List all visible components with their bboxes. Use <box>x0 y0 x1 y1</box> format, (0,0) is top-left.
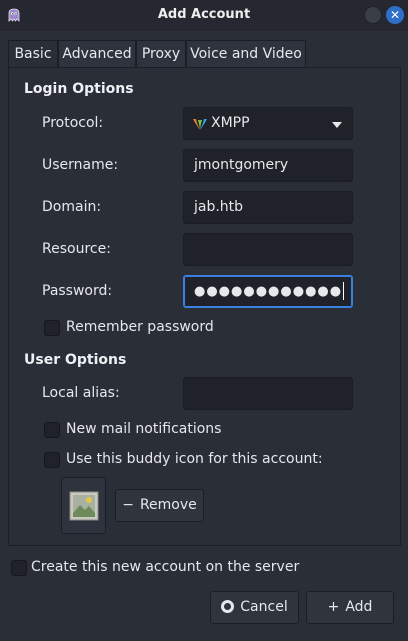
image-placeholder-icon <box>69 491 99 521</box>
login-options-heading: Login Options <box>24 81 134 97</box>
window-title: Add Account <box>157 7 251 22</box>
password-masked-value: ●●●●●●●●●●●● <box>194 284 343 299</box>
close-icon: ✕ <box>389 8 401 22</box>
add-button[interactable]: + Add <box>306 591 394 624</box>
password-label: Password: <box>42 283 113 299</box>
minimize-button[interactable] <box>364 6 382 24</box>
tab-voice-and-video[interactable]: Voice and Video <box>186 40 306 68</box>
cancel-icon <box>221 600 235 613</box>
text-cursor <box>343 282 345 300</box>
plus-icon: + <box>327 599 340 615</box>
resource-input[interactable] <box>183 233 353 266</box>
add-button-label: Add <box>345 599 373 615</box>
username-label: Username: <box>42 157 119 173</box>
chevron-down-icon <box>332 122 342 128</box>
tab-proxy[interactable]: Proxy <box>136 40 186 68</box>
local-alias-label: Local alias: <box>42 385 120 401</box>
title-bar: Add Account ✕ <box>0 0 408 31</box>
minus-icon: − <box>122 497 134 513</box>
protocol-select[interactable]: XMPP <box>183 107 353 140</box>
new-mail-notifications-checkbox[interactable] <box>44 422 60 438</box>
create-account-checkbox[interactable] <box>11 560 27 576</box>
user-options-heading: User Options <box>24 352 127 368</box>
use-buddy-icon-label: Use this buddy icon for this account: <box>66 451 323 467</box>
domain-label: Domain: <box>42 199 102 215</box>
tab-basic[interactable]: Basic <box>8 40 58 69</box>
remember-password-checkbox[interactable] <box>44 320 60 336</box>
xmpp-icon <box>193 119 207 130</box>
create-account-label: Create this new account on the server <box>31 559 300 575</box>
protocol-label: Protocol: <box>42 115 104 131</box>
remember-password-label: Remember password <box>66 319 214 335</box>
password-input[interactable]: ●●●●●●●●●●●● <box>183 275 353 308</box>
local-alias-input[interactable] <box>183 377 353 410</box>
username-input[interactable]: jmontgomery <box>183 149 353 182</box>
resource-label: Resource: <box>42 241 111 257</box>
cancel-button[interactable]: Cancel <box>210 591 299 624</box>
buddy-icon-button[interactable] <box>61 477 106 534</box>
domain-input[interactable]: jab.htb <box>183 191 353 224</box>
remove-buddy-icon-button[interactable]: − Remove <box>115 489 204 522</box>
use-buddy-icon-checkbox[interactable] <box>44 452 60 468</box>
new-mail-notifications-label: New mail notifications <box>66 421 222 437</box>
cancel-button-label: Cancel <box>240 599 288 615</box>
tab-advanced[interactable]: Advanced <box>58 40 136 68</box>
protocol-value: XMPP <box>211 115 250 131</box>
remove-button-label: Remove <box>139 497 197 513</box>
close-button[interactable]: ✕ <box>386 6 404 24</box>
